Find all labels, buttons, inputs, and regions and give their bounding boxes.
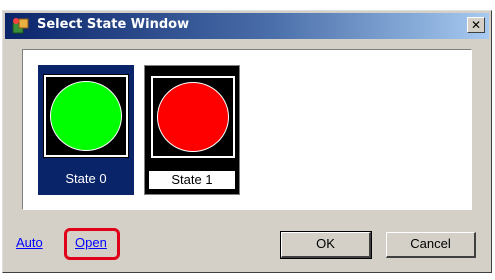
lamp-red (157, 82, 229, 152)
open-link-highlight (64, 228, 120, 260)
state-item-0[interactable]: State 0 (38, 65, 134, 195)
state-item-1[interactable]: State 1 (144, 65, 240, 195)
close-icon[interactable]: ✕ (467, 17, 485, 33)
state-label: State 1 (148, 170, 236, 190)
lamp-green (50, 81, 122, 151)
app-icon (11, 17, 31, 35)
select-state-dialog: Select State Window ✕ State 0 State 1 Au… (2, 10, 492, 273)
window-title: Select State Window (37, 17, 190, 32)
state-preview (150, 75, 236, 159)
ok-button[interactable]: OK (280, 231, 372, 259)
state-list-panel: State 0 State 1 (22, 49, 472, 210)
auto-link[interactable]: Auto (16, 235, 43, 250)
state-label: State 0 (65, 171, 107, 186)
title-bar[interactable]: Select State Window ✕ (5, 13, 489, 39)
state-preview (43, 74, 129, 158)
cancel-button[interactable]: Cancel (386, 232, 476, 258)
